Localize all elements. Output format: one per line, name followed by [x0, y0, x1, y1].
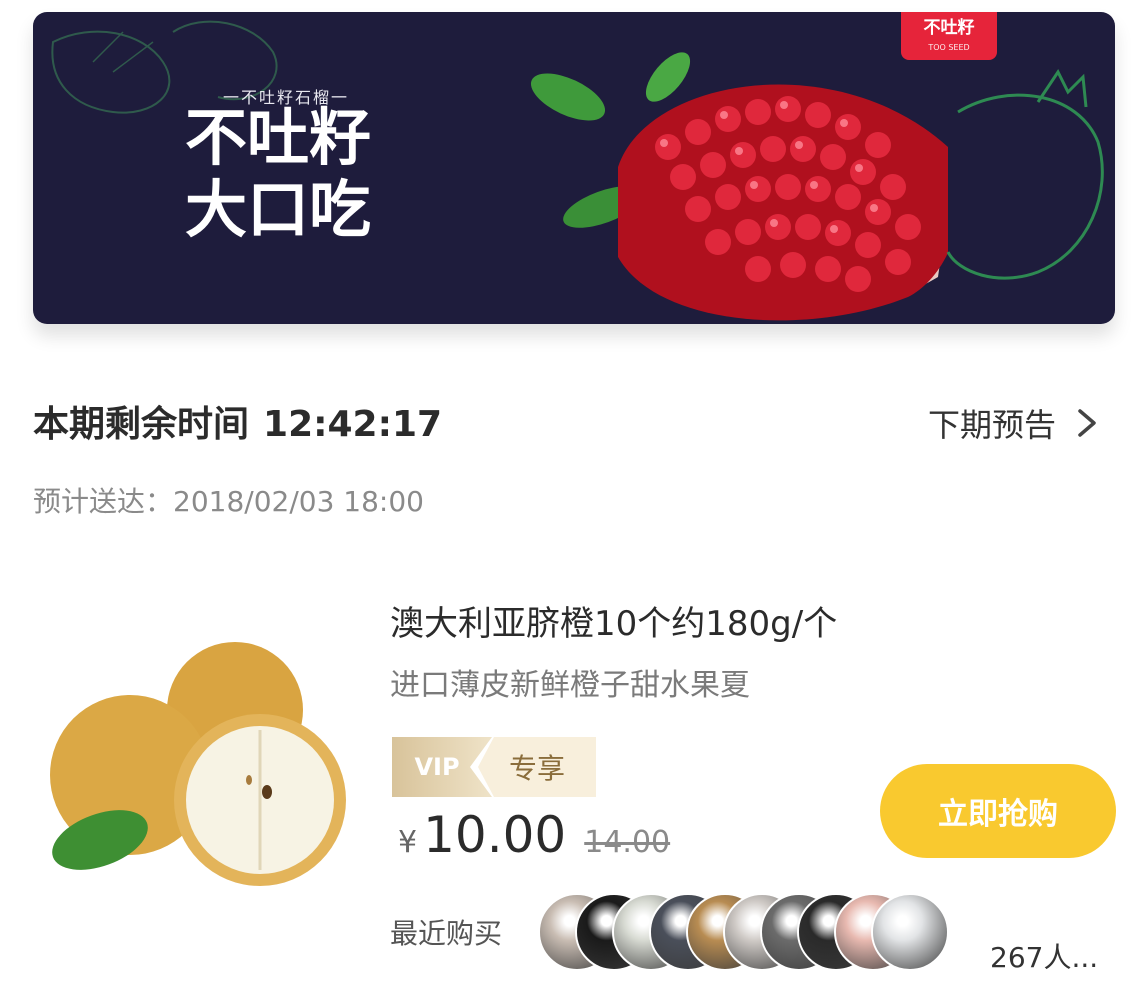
banner-title: 不吐籽 大口吃	[185, 102, 371, 246]
next-preview-label: 下期预告	[927, 406, 1056, 444]
countdown-label: 本期剩余时间	[33, 404, 250, 445]
current-price: 10.00	[423, 806, 567, 864]
banner-title-line-1: 不吐籽	[185, 101, 372, 174]
original-price: 14.00	[584, 825, 671, 860]
next-preview-link[interactable]: 下期预告	[928, 400, 1102, 446]
delivery-label: 预计送达：	[33, 485, 174, 518]
brand-logo: 不吐籽 TOO SEED	[901, 12, 997, 60]
countdown-time: 12:42:17	[263, 404, 443, 445]
price-row: ¥ 10.00 14.00	[398, 806, 670, 864]
chevron-right-icon	[1078, 409, 1096, 437]
buyer-count: 267人...	[990, 941, 1099, 974]
vip-label: VIP	[392, 737, 492, 797]
recent-buyers-label: 最近购买	[390, 917, 503, 950]
buyer-avatar	[871, 893, 949, 971]
currency-symbol: ¥	[398, 825, 418, 860]
delivery-estimate: 预计送达：2018/02/03 18:00	[33, 480, 424, 520]
buy-now-button[interactable]: 立即抢购	[880, 764, 1116, 858]
exclusive-label: 专享	[478, 737, 596, 797]
product-title[interactable]: 澳大利亚脐橙10个约180g/个	[390, 596, 837, 645]
countdown-timer: 本期剩余时间 12:42:17	[33, 395, 442, 447]
vip-exclusive-badge: VIP 专享	[392, 737, 596, 797]
delivery-datetime: 2018/02/03 18:00	[173, 485, 424, 518]
product-image[interactable]	[45, 640, 355, 900]
banner-title-line-2: 大口吃	[185, 173, 372, 246]
product-subtitle: 进口薄皮新鲜橙子甜水果夏	[390, 668, 750, 703]
pomegranate-outline-right-decoration	[946, 69, 1104, 280]
promo-banner[interactable]: 一不吐籽石榴一 不吐籽 大口吃 不吐籽 TOO SEED	[33, 12, 1115, 324]
recent-buyers-avatars[interactable]	[538, 893, 978, 971]
pomegranate-image	[530, 52, 948, 321]
